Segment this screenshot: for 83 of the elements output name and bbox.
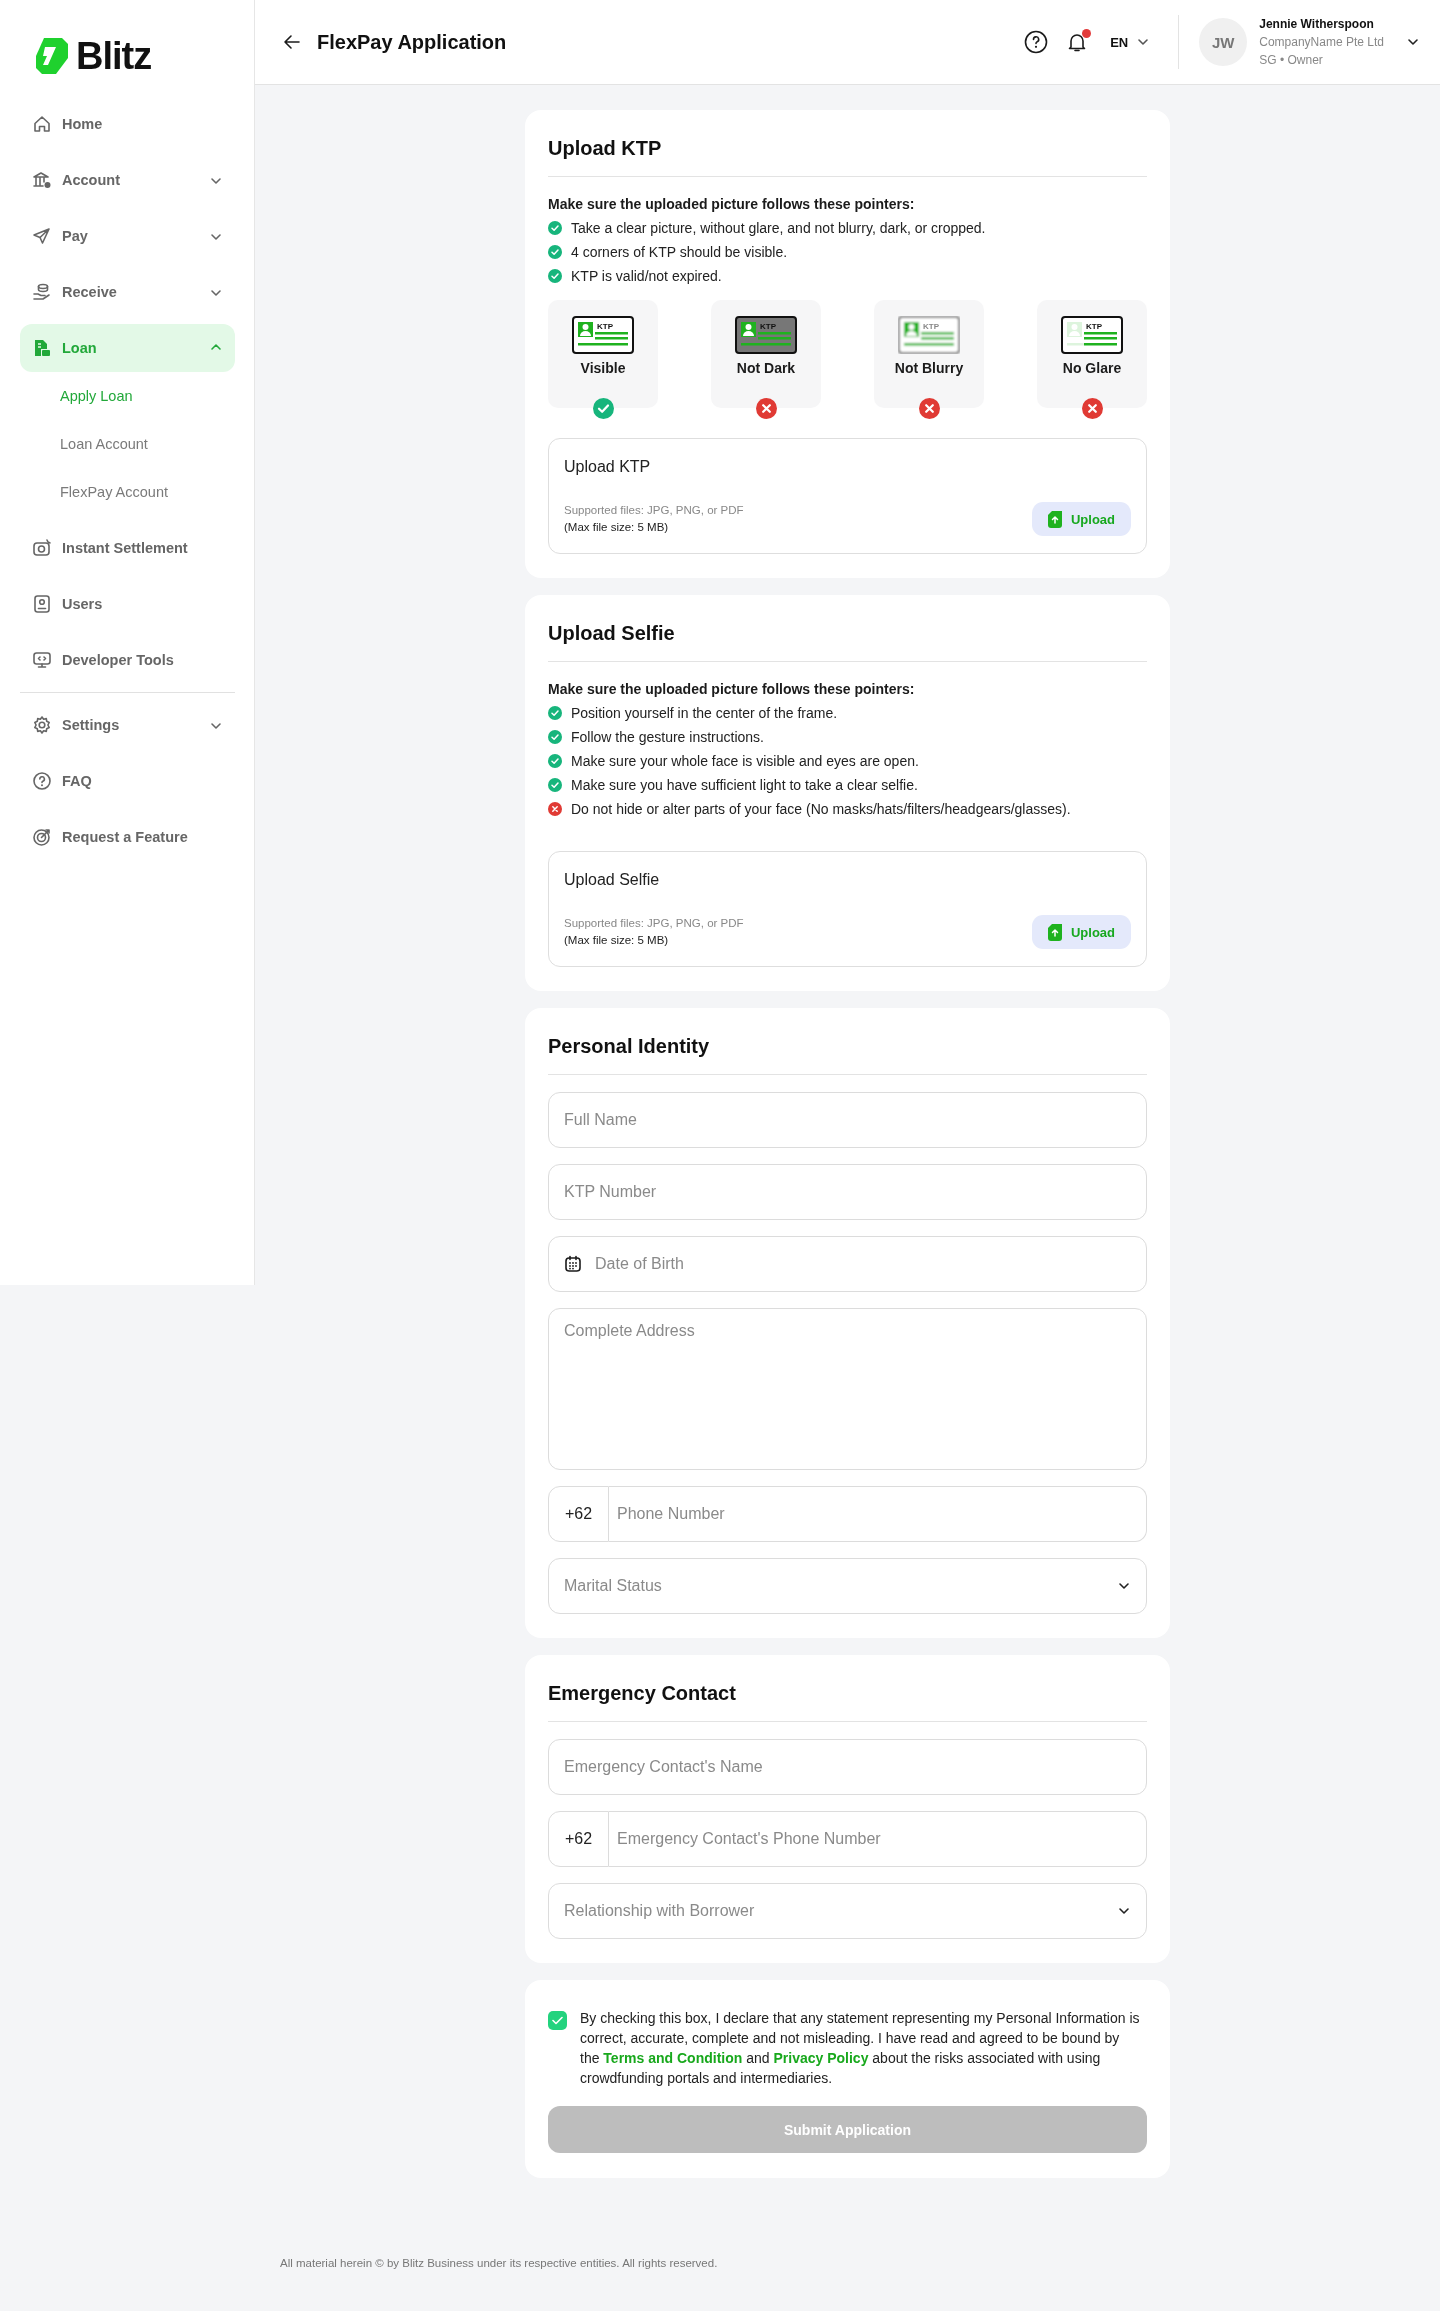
pointer-text: Make sure your whole face is visible and eyes are open. xyxy=(571,753,919,769)
text-field[interactable]: Emergency Contact's Name xyxy=(548,1739,1147,1795)
example-label: Visible xyxy=(580,360,626,376)
address-field[interactable]: Complete Address xyxy=(548,1308,1147,1470)
upload-box[interactable]: Upload KTP Supported files: JPG, PNG, or PDF (Max file size: 5 MB) Upload xyxy=(548,438,1147,554)
sidebar-item[interactable]: Instant Settlement xyxy=(20,524,235,572)
pointer-text: Make sure you have sufficient light to take a clear selfie. xyxy=(571,777,918,793)
policy-link[interactable]: Terms and Condition xyxy=(603,2050,743,2066)
section-title: Upload Selfie xyxy=(548,619,1147,662)
back-arrow-icon[interactable] xyxy=(283,33,301,51)
phone-field[interactable]: Emergency Contact's Phone Number xyxy=(609,1811,1147,1867)
calendar-icon xyxy=(564,1255,582,1273)
pointer-text: Follow the gesture instructions. xyxy=(571,729,764,745)
document-icon xyxy=(32,338,52,358)
camera-icon xyxy=(32,538,52,558)
company-name: CompanyName Pte Ltd xyxy=(1259,34,1384,51)
copyright-text: All material herein © by Blitz Business under its respective entities. All rights reserved. xyxy=(279,2257,719,2271)
file-upload-icon xyxy=(1047,923,1062,941)
pointer-text: Take a clear picture, without glare, and not blurry, dark, or cropped. xyxy=(571,220,986,236)
sidebar-item[interactable]: Account xyxy=(20,156,235,204)
dropdown-field[interactable]: Relationship with Borrower xyxy=(548,1883,1147,1939)
id-card-drawing: KTP xyxy=(898,316,960,354)
consent-text: By checking this box, I declare that any statement representing my Personal Information is correct, accurate, complete and not misleading. I have read and agreed to be bound by the Terms and Condition and Privacy Policy about the risks associated with using crowdfunding portals and intermediaries. xyxy=(580,2009,1140,2088)
id-card-drawing: KTP xyxy=(572,316,634,354)
bank-icon xyxy=(32,170,52,190)
sidebar-item[interactable]: Home xyxy=(20,100,235,148)
file-size-hint: (Max file size: 5 MB) xyxy=(564,520,670,535)
consent-checkbox[interactable] xyxy=(548,2011,567,2030)
monitor-icon xyxy=(32,650,52,670)
home-icon xyxy=(32,114,52,134)
user-avatar[interactable]: JW xyxy=(1199,18,1248,66)
sidebar-item[interactable]: Receive xyxy=(20,268,235,316)
id-card-drawing: KTP xyxy=(1061,316,1123,354)
example-label: No Glare xyxy=(1062,360,1122,376)
user-name: Jennie Witherspoon xyxy=(1259,16,1375,33)
policy-link[interactable]: Privacy Policy xyxy=(773,2050,869,2066)
dropdown-field[interactable]: Marital Status xyxy=(548,1558,1147,1614)
pointer-text: Position yourself in the center of the frame. xyxy=(571,705,838,721)
sidebar-subitem[interactable]: Apply Loan xyxy=(20,380,235,412)
file-size-hint: (Max file size: 5 MB) xyxy=(564,933,670,948)
check-icon xyxy=(552,2016,563,2025)
sidebar-item[interactable]: Request a Feature xyxy=(20,813,235,861)
sidebar-subitem[interactable]: FlexPay Account xyxy=(20,476,235,508)
file-types-hint: Supported files: JPG, PNG, or PDF xyxy=(564,916,744,931)
language-selector[interactable]: EN xyxy=(1110,34,1151,50)
country-code[interactable]: +62 xyxy=(548,1811,609,1867)
page-title: FlexPay Application xyxy=(317,30,508,54)
text-field[interactable]: Full Name xyxy=(548,1092,1147,1148)
instructions-heading: Make sure the uploaded picture follows these pointers: xyxy=(548,196,916,212)
help-icon xyxy=(32,771,52,791)
sidebar-subitem[interactable]: Loan Account xyxy=(20,428,235,460)
sidebar-item[interactable]: Users xyxy=(20,580,235,628)
coins-icon xyxy=(32,282,52,302)
country-code[interactable]: +62 xyxy=(548,1486,609,1542)
instructions-heading: Make sure the uploaded picture follows these pointers: xyxy=(548,681,916,697)
section-title: Personal Identity xyxy=(548,1032,1147,1075)
user-role: SG • Owner xyxy=(1259,52,1324,69)
section-title: Emergency Contact xyxy=(548,1679,1147,1722)
example-label: Not Dark xyxy=(736,360,796,376)
text-field[interactable]: KTP Number xyxy=(548,1164,1147,1220)
example-label: Not Blurry xyxy=(894,360,964,376)
phone-field[interactable]: Phone Number xyxy=(609,1486,1147,1542)
upload-label: Upload Selfie xyxy=(564,871,661,889)
section-title: Upload KTP xyxy=(548,134,1147,177)
user-badge-icon xyxy=(32,594,52,614)
upload-box[interactable]: Upload Selfie Supported files: JPG, PNG, or PDF (Max file size: 5 MB) Upload xyxy=(548,851,1147,967)
file-types-hint: Supported files: JPG, PNG, or PDF xyxy=(564,503,744,518)
sidebar-item[interactable]: Developer Tools xyxy=(20,636,235,684)
pointer-text: Do not hide or alter parts of your face (No masks/hats/filters/headgears/glasses). xyxy=(571,801,1071,817)
sidebar-item[interactable]: FAQ xyxy=(20,757,235,805)
help-icon[interactable] xyxy=(1024,30,1049,54)
upload-label: Upload KTP xyxy=(564,458,652,476)
settings-icon xyxy=(32,715,52,735)
target-icon xyxy=(32,827,52,847)
sidebar-item[interactable]: Pay xyxy=(20,212,235,260)
pointer-text: KTP is valid/not expired. xyxy=(571,268,722,284)
date-field[interactable]: Date of Birth xyxy=(548,1236,1147,1292)
pointer-text: 4 corners of KTP should be visible. xyxy=(571,244,788,260)
send-icon xyxy=(32,226,52,246)
file-upload-icon xyxy=(1047,510,1062,528)
id-card-drawing: KTP xyxy=(735,316,797,354)
sidebar-item[interactable]: Settings xyxy=(20,701,235,749)
brand-name: Blitz xyxy=(76,34,152,78)
